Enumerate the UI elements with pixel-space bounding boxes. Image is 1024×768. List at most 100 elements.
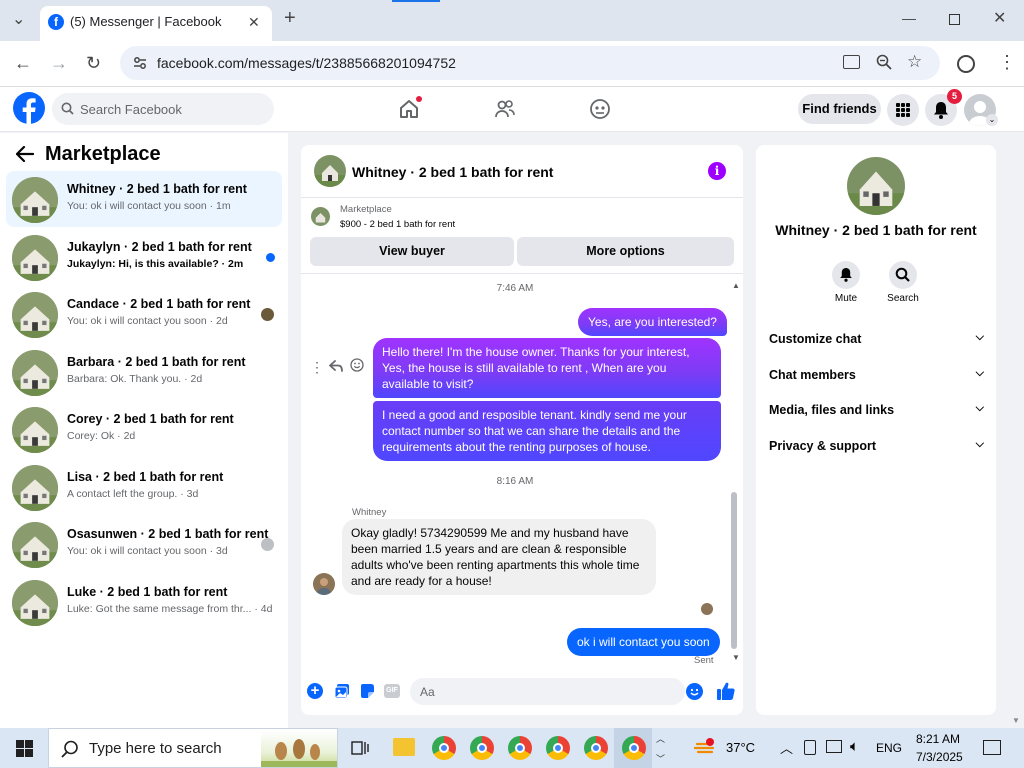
emoji-icon[interactable] — [686, 683, 703, 700]
photo-icon[interactable] — [334, 683, 350, 699]
chrome-icon[interactable] — [508, 736, 532, 760]
reply-icon[interactable] — [329, 359, 343, 373]
chat-list-item[interactable]: Luke · 2 bed 1 bath for rent Luke: Got th… — [6, 574, 282, 630]
profile-photo[interactable] — [847, 157, 905, 215]
reload-icon[interactable]: ↻ — [86, 54, 101, 72]
close-window-icon[interactable]: ✕ — [993, 11, 1006, 27]
device-icon[interactable] — [804, 740, 816, 755]
taskbar-scroll-down-icon[interactable]: ﹀ — [656, 752, 665, 765]
page-scroll-down-arrow[interactable]: ▼ — [1012, 716, 1020, 725]
view-buyer-button[interactable]: View buyer — [310, 237, 514, 266]
scroll-up-arrow[interactable]: ▲ — [732, 281, 740, 290]
chat-list-item[interactable]: Barbara · 2 bed 1 bath for rent Barbara: … — [6, 344, 282, 400]
more-actions-icon[interactable]: ⋮ — [310, 359, 324, 376]
incoming-message[interactable]: Okay gladly! 5734290599 Me and my husban… — [342, 519, 656, 595]
browser-menu-icon[interactable]: ⋮ — [998, 53, 1016, 71]
friends-icon[interactable] — [494, 98, 516, 120]
chat-list-item[interactable]: Candace · 2 bed 1 bath for rent You: ok i… — [6, 286, 282, 342]
chat-name: Osasunwen · 2 bed 1 bath for rent — [67, 527, 269, 541]
chat-list-item[interactable]: Whitney · 2 bed 1 bath for rent You: ok i… — [6, 171, 282, 227]
panel-title: Marketplace — [45, 143, 161, 165]
browser-tab[interactable]: f (5) Messenger | Facebook ✕ — [40, 6, 272, 41]
scrollbar-thumb[interactable] — [731, 492, 737, 649]
gif-icon[interactable]: GIF — [384, 684, 400, 698]
network-icon[interactable] — [826, 740, 842, 753]
taskbar-scroll-up-icon[interactable]: ︿ — [656, 732, 665, 745]
new-tab-icon[interactable]: + — [284, 8, 296, 28]
add-icon[interactable]: + — [307, 683, 323, 699]
chrome-icon[interactable] — [622, 736, 646, 760]
show-hidden-icons-icon[interactable]: ︿ — [780, 738, 793, 757]
windows-start-icon[interactable] — [16, 740, 33, 757]
customize-chat-section[interactable]: Customize chat ⌵ — [769, 331, 984, 346]
notification-center-icon[interactable] — [983, 740, 1001, 755]
volume-icon[interactable]: 🔈︎ — [850, 738, 859, 755]
maximize-icon[interactable] — [949, 14, 960, 25]
outgoing-message[interactable]: Yes, are you interested? — [578, 308, 727, 336]
chat-list-item[interactable]: Jukaylyn · 2 bed 1 bath for rent Jukaylyn… — [6, 229, 282, 285]
seen-avatar — [701, 603, 713, 615]
section-label: Chat members — [769, 367, 856, 382]
weather-temperature[interactable]: 37°C — [726, 740, 755, 755]
minimize-icon[interactable]: — — [902, 10, 916, 26]
menu-button[interactable] — [887, 94, 919, 126]
chrome-icon[interactable] — [584, 736, 608, 760]
more-options-button[interactable]: More options — [517, 237, 734, 266]
outgoing-message[interactable]: Hello there! I'm the house owner. Thanks… — [373, 338, 721, 398]
chat-members-section[interactable]: Chat members ⌵ — [769, 367, 984, 382]
chat-list-item[interactable]: Osasunwen · 2 bed 1 bath for rent You: ok… — [6, 516, 282, 572]
tab-close-icon[interactable]: ✕ — [248, 14, 260, 30]
address-bar[interactable]: facebook.com/messages/t/2388566820109475… — [120, 46, 940, 80]
chat-name: Corey · 2 bed 1 bath for rent — [67, 412, 234, 426]
bookmark-star-icon[interactable]: ☆ — [907, 53, 922, 70]
gaming-icon[interactable] — [589, 98, 611, 120]
message-input[interactable]: Aa — [410, 678, 703, 705]
chat-list-item[interactable]: Lisa · 2 bed 1 bath for rent A contact le… — [6, 459, 282, 515]
chat-title[interactable]: Whitney · 2 bed 1 bath for rent — [352, 164, 553, 180]
listing-avatar — [12, 349, 58, 396]
mute-button[interactable] — [832, 261, 860, 289]
install-app-icon[interactable] — [843, 55, 860, 69]
search-icon — [895, 267, 910, 282]
forward-icon[interactable]: → — [50, 54, 68, 72]
language-indicator[interactable]: ENG — [876, 741, 902, 755]
profile-icon[interactable] — [957, 55, 975, 73]
divider — [301, 273, 743, 274]
find-friends-button[interactable]: Find friends — [798, 94, 881, 124]
outgoing-message[interactable]: ok i will contact you soon — [567, 628, 720, 656]
scroll-down-arrow[interactable]: ▼ — [732, 653, 740, 662]
chrome-icon[interactable] — [432, 736, 456, 760]
media-files-links-section[interactable]: Media, files and links ⌵ — [769, 402, 984, 417]
facebook-logo[interactable] — [13, 92, 45, 124]
home-notification-dot — [416, 96, 422, 102]
info-icon[interactable]: i — [708, 162, 726, 180]
clock-time[interactable]: 8:21 AM — [916, 732, 960, 746]
outgoing-message[interactable]: I need a good and resposible tenant. kin… — [373, 401, 721, 461]
chrome-icon[interactable] — [470, 736, 494, 760]
privacy-support-section[interactable]: Privacy & support ⌵ — [769, 438, 984, 453]
back-icon[interactable]: ← — [14, 54, 32, 72]
sticker-icon[interactable] — [359, 683, 375, 699]
chat-list-item[interactable]: Corey · 2 bed 1 bath for rent Corey: Ok ·… — [6, 401, 282, 457]
chrome-icon[interactable] — [546, 736, 570, 760]
zoom-icon[interactable] — [876, 54, 892, 70]
react-emoji-icon[interactable] — [350, 358, 364, 372]
clock-date[interactable]: 7/3/2025 — [916, 750, 963, 764]
search-highlight-image — [261, 731, 337, 767]
chat-name: Jukaylyn · 2 bed 1 bath for rent — [67, 239, 252, 254]
listing-avatar — [12, 522, 58, 568]
chat-preview: Corey: Ok · 2d — [67, 430, 136, 442]
chat-avatar[interactable] — [314, 155, 346, 187]
task-view-icon[interactable] — [351, 739, 369, 757]
search-conversation-button[interactable] — [889, 261, 917, 289]
facebook-search-input[interactable]: Search Facebook — [52, 93, 274, 125]
sender-avatar[interactable] — [313, 573, 335, 595]
back-arrow-icon[interactable] — [16, 146, 34, 162]
tab-search-dropdown-icon[interactable]: ⌄ — [12, 12, 25, 28]
file-explorer-icon[interactable] — [393, 738, 415, 756]
weather-icon[interactable] — [694, 738, 716, 758]
taskbar-search-input[interactable]: Type here to search — [48, 728, 338, 768]
account-chevron-icon[interactable]: ⌄ — [986, 114, 998, 126]
thumbs-up-icon[interactable] — [716, 681, 736, 701]
site-info-icon[interactable] — [132, 55, 148, 71]
